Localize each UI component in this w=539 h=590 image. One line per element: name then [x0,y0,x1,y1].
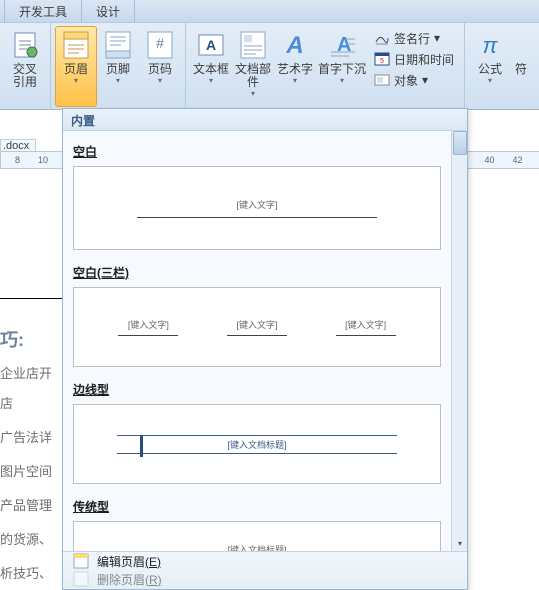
pagenum-icon: # [144,29,176,61]
equation-label: 公式 [478,63,502,76]
symbol-icon [512,29,530,61]
placeholder-text: [键入文字] [236,198,277,211]
template-blank-three-columns[interactable]: [键入文字] [键入文字] [键入文字] [73,287,441,367]
gallery-section-builtin: 内置 [63,109,467,131]
crossref-label: 交叉 引用 [13,63,37,89]
svg-text:A: A [337,34,351,56]
header-label: 页眉 [64,63,88,76]
wordart-icon: A [279,29,311,61]
header-gallery-dropdown: 内置 空白 [键入文字] 空白(三栏) [键入文字] [键入文字] [键入文字]… [62,108,468,590]
background-document-text: 巧: 企业店开店 广告法详 图片空间 产品管理 的货源、 析技巧、 [0,325,62,589]
symbol-label: 符 [515,63,527,76]
chevron-down-icon: ▾ [158,76,162,85]
quickparts-icon [237,29,269,61]
symbol-button-partial[interactable]: 符 [511,26,531,107]
chevron-down-icon: ▾ [488,76,492,85]
wordart-label: 艺术字 [277,63,313,76]
chevron-down-icon: ▾ [293,76,297,85]
dropcap-label: 首字下沉 [318,63,366,76]
object-button[interactable]: 对象 ▾ [370,70,458,90]
template-title-edge: 边线型 [73,381,441,398]
wordart-button[interactable]: A 艺术字 ▾ [274,26,316,107]
template-edge[interactable]: [键入文档标题] [73,404,441,484]
equation-button[interactable]: π 公式 ▾ [469,26,511,107]
signature-icon [374,30,390,46]
tab-developer[interactable]: 开发工具 [4,0,82,23]
chevron-down-icon: ▾ [340,76,344,85]
textbox-button[interactable]: A 文本框 ▾ [190,26,232,107]
crossref-icon [9,29,41,61]
svg-text:5: 5 [380,58,384,65]
quickparts-button[interactable]: 文档部件 ▾ [232,26,274,107]
template-title-traditional: 传统型 [73,498,441,515]
remove-header-icon [73,571,89,587]
chevron-down-icon: ▾ [74,76,78,85]
textbox-icon: A [195,29,227,61]
template-traditional[interactable]: [键入文档标题] [选取日期] [73,521,441,551]
datetime-icon: 5 [374,51,390,67]
equation-icon: π [474,29,506,61]
chevron-down-icon: ▾ [209,76,213,85]
header-button[interactable]: 页眉 ▾ [55,26,97,107]
scroll-down-icon[interactable]: ▾ [453,537,467,551]
template-title-blank: 空白 [73,143,441,160]
datetime-button[interactable]: 5 日期和时间 [370,49,458,69]
ruler-right: 4042 [468,151,539,169]
svg-text:#: # [156,35,164,51]
header-icon [60,29,92,61]
ribbon: 交叉 引用 页眉 ▾ 页脚 ▾ # 页码 ▾ A [0,22,539,110]
svg-text:A: A [285,32,303,59]
dropcap-button[interactable]: A 首字下沉 ▾ [316,26,368,107]
dropcap-icon: A [326,29,358,61]
quickparts-label: 文档部件 [233,63,273,89]
scrollbar-thumb[interactable] [453,131,467,155]
ruler-left: 810 [0,151,62,169]
textbox-label: 文本框 [193,63,229,76]
object-icon [374,72,390,88]
pagenum-button[interactable]: # 页码 ▾ [139,26,181,107]
chevron-down-icon: ▾ [422,73,428,87]
tab-design[interactable]: 设计 [82,0,135,23]
template-title-blank3: 空白(三栏) [73,264,441,281]
chevron-down-icon: ▾ [434,31,440,45]
menu-remove-header[interactable]: 删除页眉(R) [63,570,467,588]
crossref-button[interactable]: 交叉 引用 [4,26,46,107]
template-blank[interactable]: [键入文字] [73,166,441,250]
gallery-scrollbar[interactable]: ▾ [451,131,467,551]
datetime-label: 日期和时间 [394,51,454,68]
chevron-down-icon: ▾ [116,76,120,85]
svg-text:A: A [206,37,216,53]
object-label: 对象 [394,72,418,89]
footer-button[interactable]: 页脚 ▾ [97,26,139,107]
svg-text:π: π [483,33,499,58]
signature-label: 签名行 [394,30,430,47]
footer-label: 页脚 [106,63,130,76]
menu-edit-header[interactable]: 编辑页眉(E) [63,552,467,570]
pagenum-label: 页码 [148,63,172,76]
footer-icon [102,29,134,61]
chevron-down-icon: ▾ [251,89,255,98]
edit-header-icon [73,553,89,569]
signature-button[interactable]: 签名行 ▾ [370,28,458,48]
